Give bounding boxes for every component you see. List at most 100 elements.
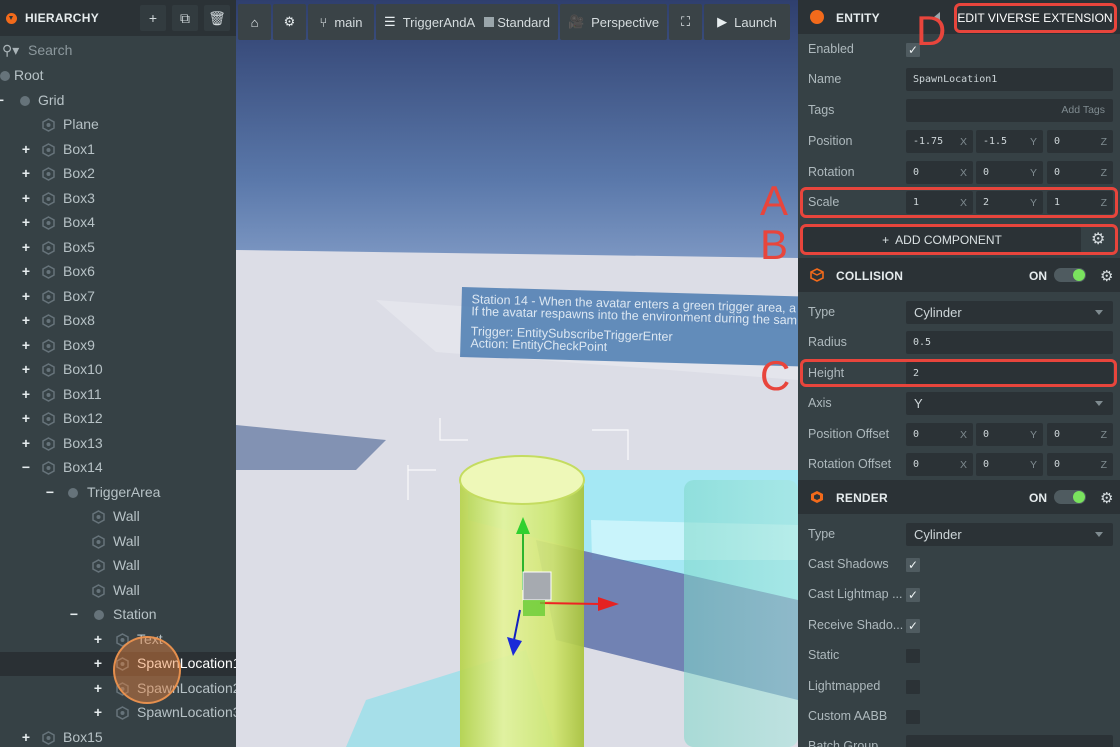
search-icon[interactable]: ⚲▾ — [2, 42, 20, 59]
annotation-box-a — [800, 187, 1118, 218]
tree-node-grid[interactable]: − Grid — [0, 89, 236, 113]
tree-node-box2[interactable]: + Box2 — [0, 162, 236, 186]
render-type-select[interactable]: Cylinder — [906, 523, 1113, 546]
vector-field-y[interactable]: 0Y — [976, 161, 1043, 184]
tree-node-box5[interactable]: + Box5 — [0, 236, 236, 260]
tree-node-box11[interactable]: + Box11 — [0, 383, 236, 407]
expand-icon[interactable]: + — [20, 362, 32, 376]
tree-node-triggerarea[interactable]: − TriggerArea — [0, 481, 236, 505]
vector-value: 0 — [913, 459, 920, 470]
vector-field-x[interactable]: 0X — [906, 453, 973, 476]
expand-icon[interactable]: + — [20, 313, 32, 327]
vector-field-y[interactable]: 0Y — [976, 453, 1043, 476]
expand-icon[interactable]: + — [20, 387, 32, 401]
vector-field-z[interactable]: 0Z — [1047, 453, 1113, 476]
standard-label: Standard — [497, 14, 550, 30]
custom-aabb-checkbox[interactable] — [906, 710, 920, 724]
collision-gear-icon[interactable]: ⚙ — [1100, 267, 1113, 285]
camera-mode-button[interactable]: 🎥 Perspective — [560, 4, 667, 40]
launch-button[interactable]: ▶ Launch — [704, 4, 790, 40]
home-button[interactable]: ⌂ — [238, 4, 271, 40]
tree-node-spawnlocation3[interactable]: + SpawnLocation3 — [0, 701, 236, 725]
tree-node-wall[interactable]: Wall — [0, 505, 236, 529]
tree-node-box10[interactable]: + Box10 — [0, 358, 236, 382]
radius-field[interactable]: 0.5 — [906, 331, 1113, 354]
vector-field-z[interactable]: 0Z — [1047, 423, 1113, 446]
tree-node-box12[interactable]: + Box12 — [0, 407, 236, 431]
hierarchy-search[interactable]: ⚲▾ Search — [0, 36, 236, 64]
render-toggle[interactable] — [1054, 490, 1086, 504]
axis-letter: Y — [1029, 429, 1037, 441]
delete-entity-button[interactable]: 🗑 — [204, 5, 230, 31]
scene-viewport[interactable]: Station 14 - When the avatar enters a gr… — [236, 0, 798, 747]
tree-node-box1[interactable]: + Box1 — [0, 138, 236, 162]
scene-list-button[interactable]: ☰ TriggerAndA Standard — [376, 4, 558, 40]
expand-icon[interactable]: + — [92, 632, 104, 646]
tree-node-box13[interactable]: + Box13 — [0, 432, 236, 456]
tree-node-box4[interactable]: + Box4 — [0, 211, 236, 235]
name-field[interactable]: SpawnLocation1 — [906, 68, 1113, 91]
axis-select[interactable]: Y — [906, 392, 1113, 415]
expand-icon[interactable]: + — [20, 240, 32, 254]
tree-node-root[interactable]: Root — [0, 64, 236, 88]
gizmo-center[interactable] — [522, 571, 552, 601]
fullscreen-button[interactable]: ⛶ — [669, 4, 702, 40]
expand-icon[interactable]: + — [20, 289, 32, 303]
batch-group-select[interactable] — [906, 735, 1113, 747]
vector-field-y[interactable]: 0Y — [976, 423, 1043, 446]
tree-node-plane[interactable]: Plane — [0, 113, 236, 137]
search-input[interactable]: Search — [28, 42, 72, 58]
tree-node-station[interactable]: − Station — [0, 603, 236, 627]
branch-button[interactable]: ⑂ main — [308, 4, 374, 40]
static-checkbox[interactable] — [906, 649, 920, 663]
expand-icon[interactable]: + — [20, 166, 32, 180]
collapse-icon[interactable]: − — [68, 607, 80, 621]
collapse-icon[interactable]: − — [0, 93, 6, 107]
cast-shadows-checkbox[interactable]: ✓ — [906, 558, 920, 572]
tree-node-wall[interactable]: Wall — [0, 554, 236, 578]
lightmapped-checkbox[interactable] — [906, 680, 920, 694]
vector-field-x[interactable]: 0X — [906, 161, 973, 184]
cast-lightmap-label: Cast Lightmap ... — [808, 587, 903, 601]
expand-icon[interactable]: + — [20, 436, 32, 450]
expand-icon[interactable]: + — [20, 338, 32, 352]
tags-field[interactable]: Add Tags — [906, 99, 1113, 122]
expand-icon[interactable]: + — [92, 681, 104, 695]
expand-icon[interactable]: + — [20, 730, 32, 744]
expand-icon[interactable]: + — [20, 142, 32, 156]
expand-icon[interactable]: + — [20, 191, 32, 205]
expand-icon[interactable]: + — [20, 411, 32, 425]
vector-field-z[interactable]: 0Z — [1047, 130, 1113, 153]
expand-icon[interactable]: + — [92, 705, 104, 719]
expand-icon[interactable]: + — [20, 215, 32, 229]
tree-node-box7[interactable]: + Box7 — [0, 285, 236, 309]
collision-toggle[interactable] — [1054, 268, 1086, 282]
expand-icon[interactable]: + — [20, 264, 32, 278]
scene-render[interactable] — [236, 0, 798, 747]
cast-lightmap-checkbox[interactable]: ✓ — [906, 588, 920, 602]
vector-field-x[interactable]: 0X — [906, 423, 973, 446]
vector-field-x[interactable]: -1.75 X — [906, 130, 973, 153]
tree-node-box14[interactable]: − Box14 — [0, 456, 236, 480]
render-type-label: Type — [808, 527, 836, 541]
settings-button[interactable]: ⚙ — [273, 4, 306, 40]
duplicate-entity-button[interactable]: ⧉ — [172, 5, 198, 31]
receive-shadows-checkbox[interactable]: ✓ — [906, 619, 920, 633]
collision-type-select[interactable]: Cylinder — [906, 301, 1113, 324]
render-gear-icon[interactable]: ⚙ — [1100, 489, 1113, 507]
tree-node-wall[interactable]: Wall — [0, 579, 236, 603]
add-entity-button[interactable]: + — [140, 5, 166, 31]
tree-node-box6[interactable]: + Box6 — [0, 260, 236, 284]
tree-node-text[interactable]: + Text — [0, 628, 236, 652]
tree-node-box8[interactable]: + Box8 — [0, 309, 236, 333]
tree-node-box9[interactable]: + Box9 — [0, 334, 236, 358]
vector-field-y[interactable]: -1.5 Y — [976, 130, 1043, 153]
tree-node-wall[interactable]: Wall — [0, 530, 236, 554]
collapse-icon[interactable]: − — [20, 460, 32, 474]
tree-node-label: Box5 — [63, 238, 95, 255]
vector-field-z[interactable]: 0Z — [1047, 161, 1113, 184]
collapse-icon[interactable]: − — [44, 485, 56, 499]
expand-icon[interactable]: + — [92, 656, 104, 670]
tree-node-box15[interactable]: + Box15 — [0, 726, 236, 747]
tree-node-box3[interactable]: + Box3 — [0, 187, 236, 211]
